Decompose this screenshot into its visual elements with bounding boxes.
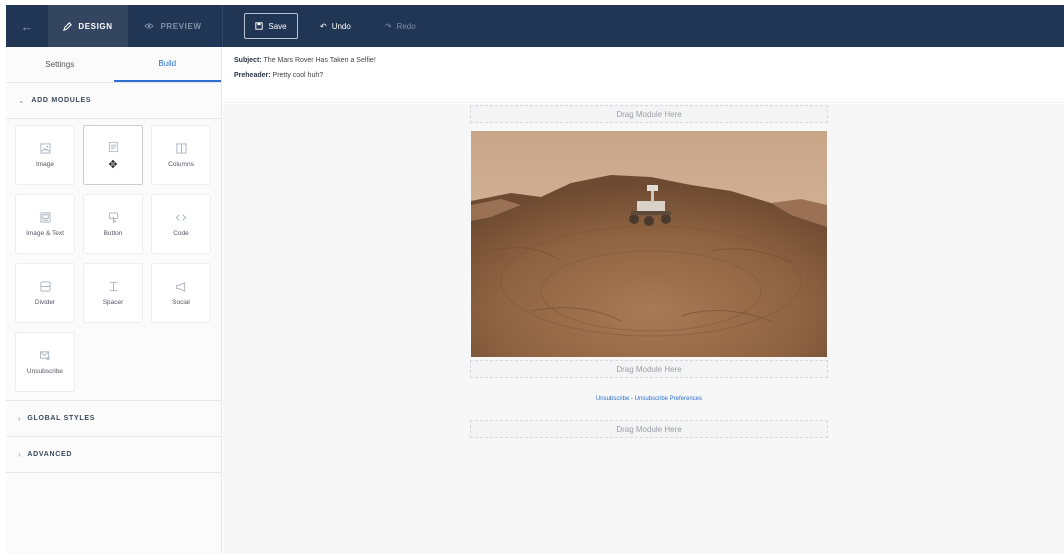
preheader-row[interactable]: Preheader: Pretty cool huh?	[234, 72, 1064, 79]
eye-icon	[144, 23, 155, 29]
hero-image[interactable]	[471, 131, 827, 357]
top-toolbar: ← DESIGN PREVIEW Save ↶ Undo ↷ Redo	[6, 5, 1064, 47]
module-label: Divider	[34, 298, 56, 306]
button-icon	[108, 211, 118, 223]
undo-label: Undo	[331, 21, 351, 31]
module-button[interactable]: Button	[83, 194, 143, 254]
megaphone-icon	[175, 281, 186, 292]
floppy-icon	[255, 22, 264, 30]
redo-icon: ↷	[384, 21, 392, 31]
preheader-label: Preheader:	[234, 72, 271, 79]
module-image[interactable]: Image	[15, 125, 75, 185]
code-icon	[175, 213, 187, 221]
add-modules-label: ADD MODULES	[31, 97, 92, 104]
add-modules-header[interactable]: ⌄ ADD MODULES	[6, 83, 221, 119]
chevron-down-icon: ⌄	[18, 96, 26, 105]
redo-button[interactable]: ↷ Redo	[385, 22, 416, 31]
tab-settings[interactable]: Settings	[6, 47, 114, 82]
tab-design[interactable]: DESIGN	[48, 5, 128, 47]
image-text-icon	[39, 211, 51, 223]
main-editor: Subject: The Mars Rover Has Taken a Self…	[223, 47, 1064, 554]
global-styles-label: GLOBAL STYLES	[27, 415, 96, 422]
tab-preview[interactable]: PREVIEW	[128, 5, 218, 47]
module-label: Unsubscribe	[26, 367, 64, 375]
image-icon	[39, 142, 51, 154]
advanced-label: ADVANCED	[27, 451, 73, 458]
module-label: Image	[35, 160, 55, 168]
module-text[interactable]: ✥	[83, 125, 143, 185]
unsubscribe-icon	[39, 350, 50, 360]
module-label: Spacer	[102, 298, 124, 306]
module-label: Code	[173, 229, 189, 237]
module-label: Social	[172, 298, 190, 306]
builder-sidebar: Settings Build ⌄ ADD MODULES Image ✥ Col…	[6, 47, 222, 554]
subject-label: Subject:	[234, 57, 262, 64]
module-divider[interactable]: Divider	[15, 263, 75, 323]
module-label: Columns	[168, 160, 194, 168]
columns-icon	[175, 142, 187, 154]
save-button[interactable]: Save	[244, 13, 298, 39]
drop-zone[interactable]: Drag Module Here	[470, 420, 828, 438]
global-styles-header[interactable]: › GLOBAL STYLES	[6, 401, 221, 437]
drop-zone[interactable]: Drag Module Here	[470, 360, 828, 378]
module-label: Image & Text	[26, 229, 64, 237]
chevron-right-icon: ›	[18, 414, 22, 423]
sidebar-tabs: Settings Build	[6, 47, 221, 83]
preheader-value: Pretty cool huh?	[272, 72, 324, 79]
back-button[interactable]: ←	[6, 5, 48, 47]
email-canvas: Drag Module Here Drag Module Here Unsubs…	[223, 104, 1064, 554]
subject-row[interactable]: Subject: The Mars Rover Has Taken a Self…	[234, 57, 1064, 64]
module-spacer[interactable]: Spacer	[83, 263, 143, 323]
text-icon	[108, 141, 118, 152]
save-label: Save	[268, 21, 287, 31]
tab-design-label: DESIGN	[78, 21, 113, 31]
email-meta: Subject: The Mars Rover Has Taken a Self…	[223, 47, 1064, 103]
tab-preview-label: PREVIEW	[160, 21, 202, 31]
tab-build[interactable]: Build	[113, 47, 221, 82]
module-unsubscribe[interactable]: Unsubscribe	[15, 332, 75, 392]
move-cursor-icon: ✥	[108, 158, 118, 171]
subject-value: The Mars Rover Has Taken a Selfie!	[263, 57, 376, 64]
undo-icon: ↶	[320, 21, 327, 31]
module-code[interactable]: Code	[151, 194, 211, 254]
module-grid: Image ✥ Columns Image & Text Button Code	[6, 119, 221, 401]
redo-label: Redo	[396, 21, 416, 31]
module-image-text[interactable]: Image & Text	[15, 194, 75, 254]
module-columns[interactable]: Columns	[151, 125, 211, 185]
drop-zone[interactable]: Drag Module Here	[470, 105, 828, 123]
module-social[interactable]: Social	[151, 263, 211, 323]
unsubscribe-link[interactable]: Unsubscribe - Unsubscribe Preferences	[470, 396, 828, 402]
arrow-left-icon: ←	[20, 18, 34, 34]
module-label: Button	[103, 229, 123, 237]
mars-rover-image	[471, 131, 827, 357]
email-builder-app: ← DESIGN PREVIEW Save ↶ Undo ↷ Redo Sett…	[0, 0, 1064, 554]
spacer-icon	[109, 281, 117, 291]
advanced-header[interactable]: › ADVANCED	[6, 437, 221, 473]
toolbar-divider	[222, 5, 223, 47]
undo-button[interactable]: ↶ Undo	[320, 22, 351, 31]
pencil-icon	[63, 21, 73, 31]
divider-icon	[39, 280, 51, 292]
chevron-right-icon: ›	[18, 450, 22, 459]
